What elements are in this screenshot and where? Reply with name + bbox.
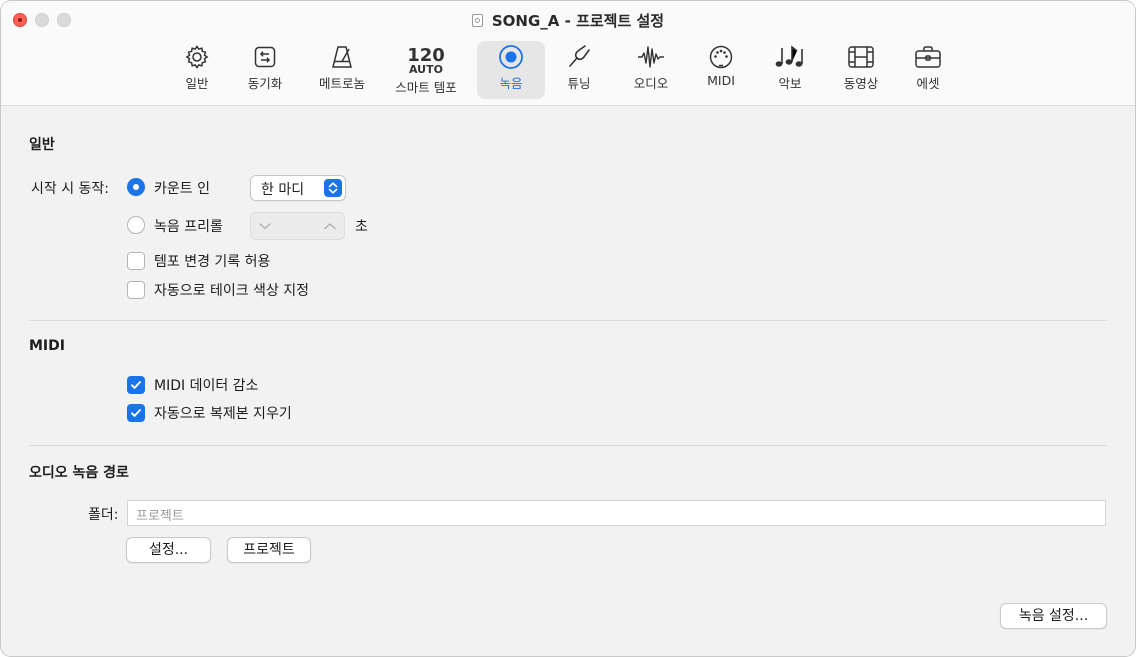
tab-smart-tempo[interactable]: 120 AUTO 스마트 템포: [387, 41, 465, 99]
count-in-radio[interactable]: [127, 178, 145, 196]
tab-score[interactable]: 악보: [756, 41, 824, 99]
preroll-label[interactable]: 녹음 프리롤: [154, 216, 223, 236]
tuning-fork-icon: [545, 41, 613, 73]
midi-port-icon: [687, 41, 755, 73]
briefcase-icon: [894, 41, 962, 73]
section-title-general: 일반: [29, 137, 55, 153]
preroll-stepper[interactable]: [250, 212, 345, 240]
auto-color-checkbox[interactable]: [127, 281, 145, 299]
section-title-midi: MIDI: [29, 338, 65, 354]
checkmark-icon: [131, 409, 141, 417]
remove-duplicates-label[interactable]: 자동으로 복제본 지우기: [154, 403, 292, 423]
document-icon: [471, 14, 483, 27]
count-in-label[interactable]: 카운트 인: [154, 178, 210, 198]
tab-record[interactable]: 녹음: [477, 41, 545, 99]
set-path-button[interactable]: 설정...: [126, 537, 211, 563]
chevron-up-down-icon: [324, 179, 342, 197]
tab-tuning[interactable]: 튜닝: [545, 41, 613, 99]
section-divider: [29, 445, 1107, 446]
preroll-unit-label: 초: [355, 219, 368, 235]
midi-reduce-checkbox[interactable]: [127, 376, 145, 394]
folder-label: 폴더:: [88, 507, 119, 523]
remove-duplicates-checkbox[interactable]: [127, 404, 145, 422]
tab-midi[interactable]: MIDI: [687, 41, 755, 99]
music-notes-icon: [756, 41, 824, 73]
count-in-value: 한 마디: [261, 182, 305, 198]
toolbar: SONG_A - 프로젝트 설정 일반 동기화 메트로놈 120 AUTO 스마…: [1, 1, 1135, 106]
tab-general[interactable]: 일반: [163, 41, 231, 99]
tab-sync[interactable]: 동기화: [231, 41, 299, 99]
project-path-button[interactable]: 프로젝트: [227, 537, 311, 563]
gear-icon: [163, 41, 231, 73]
chevron-down-icon[interactable]: [257, 218, 273, 238]
start-action-label: 시작 시 동작:: [31, 181, 110, 197]
section-divider: [29, 320, 1107, 321]
checkmark-icon: [131, 381, 141, 389]
preroll-radio[interactable]: [127, 216, 145, 234]
tempo-change-checkbox[interactable]: [127, 252, 145, 270]
settings-tabs: 일반 동기화 메트로놈 120 AUTO 스마트 템포 녹음 튜닝 오디오 MI…: [1, 41, 1135, 101]
record-icon: [477, 41, 545, 73]
folder-path-field[interactable]: 프로젝트: [127, 500, 1106, 526]
waveform-icon: [617, 41, 685, 73]
auto-color-label[interactable]: 자동으로 테이크 색상 지정: [154, 280, 309, 300]
section-title-audio-path: 오디오 녹음 경로: [29, 465, 129, 481]
film-icon: [827, 41, 895, 73]
count-in-popup[interactable]: 한 마디: [250, 175, 346, 201]
tab-metronome[interactable]: 메트로놈: [308, 41, 376, 99]
chevron-up-icon[interactable]: [322, 218, 338, 238]
tempo-change-label[interactable]: 템포 변경 기록 허용: [154, 251, 270, 271]
tab-assets[interactable]: 에셋: [894, 41, 962, 99]
metronome-icon: [308, 41, 376, 73]
settings-content: 일반 시작 시 동작: 카운트 인 한 마디 녹음 프리롤 초 템포 변경 기록…: [1, 106, 1135, 656]
sync-icon: [231, 41, 299, 73]
window-title: SONG_A - 프로젝트 설정: [1, 10, 1135, 31]
record-settings-button[interactable]: 녹음 설정...: [1000, 603, 1107, 629]
tab-audio[interactable]: 오디오: [617, 41, 685, 99]
folder-path-placeholder: 프로젝트: [136, 509, 184, 524]
smart-tempo-icon: 120 AUTO: [407, 44, 445, 76]
project-settings-window: SONG_A - 프로젝트 설정 일반 동기화 메트로놈 120 AUTO 스마…: [0, 0, 1136, 657]
tab-movie[interactable]: 동영상: [827, 41, 895, 99]
midi-reduce-label[interactable]: MIDI 데이터 감소: [154, 375, 258, 395]
